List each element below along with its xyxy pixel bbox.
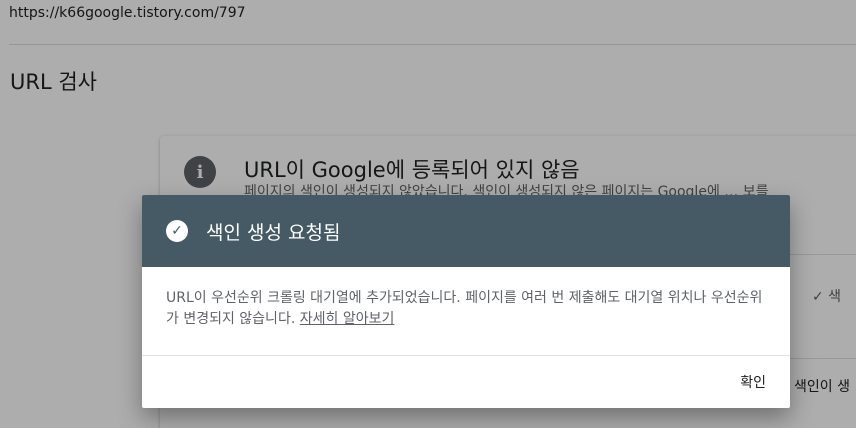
- dialog-header: ✓ 색인 생성 요청됨: [142, 195, 790, 267]
- dialog-body: URL이 우선순위 크롤링 대기열에 추가되었습니다. 페이지를 여러 번 제출…: [142, 267, 790, 355]
- learn-more-link[interactable]: 자세히 알아보기: [300, 311, 395, 327]
- dialog-message: URL이 우선순위 크롤링 대기열에 추가되었습니다. 페이지를 여러 번 제출…: [166, 290, 763, 327]
- search-console-page: https://k66google.tistory.com/797 URL 검사…: [0, 0, 856, 428]
- dialog-footer: 확인: [142, 355, 790, 408]
- check-circle-icon: ✓: [166, 220, 188, 242]
- ok-button[interactable]: 확인: [740, 372, 766, 392]
- dialog-title: 색인 생성 요청됨: [206, 221, 341, 244]
- indexing-requested-dialog: ✓ 색인 생성 요청됨 URL이 우선순위 크롤링 대기열에 추가되었습니다. …: [142, 195, 790, 408]
